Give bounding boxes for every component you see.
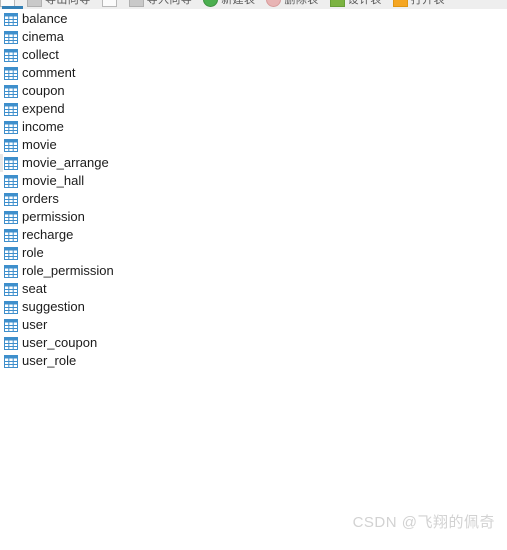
circle-pink-icon <box>266 0 282 7</box>
toolbar-button-2[interactable] <box>101 0 120 7</box>
table-name-label: orders <box>22 191 59 206</box>
table-grid-icon <box>4 102 18 116</box>
table-list-item[interactable]: movie_arrange <box>0 154 507 172</box>
toolbar-button-label: 设计表 <box>347 0 382 6</box>
table-grid-icon <box>4 318 18 332</box>
table-grid-icon <box>4 192 18 206</box>
table-list-item[interactable]: role <box>0 244 507 262</box>
table-list-item[interactable]: coupon <box>0 82 507 100</box>
table-list-item[interactable]: seat <box>0 280 507 298</box>
toolbar-button-label: 导入向导 <box>146 0 193 6</box>
square-gray-icon <box>128 0 144 7</box>
table-grid-icon <box>4 12 18 26</box>
table-list-item[interactable]: user <box>0 316 507 334</box>
table-name-label: movie <box>22 137 57 152</box>
csdn-watermark: CSDN @飞翔的佩奇 <box>352 514 495 531</box>
table-grid-icon <box>4 282 18 296</box>
table-name-label: seat <box>22 281 47 296</box>
table-grid-icon <box>4 66 18 80</box>
toolbar-button-1[interactable]: 导出向导 <box>27 0 93 7</box>
toolbar-button-3[interactable]: 导入向导 <box>128 0 195 7</box>
leaf-green-icon <box>329 0 345 7</box>
table-list-item[interactable]: balance <box>0 10 507 28</box>
table-name-label: cinema <box>22 29 64 44</box>
table-name-label: user_coupon <box>22 335 98 350</box>
table-grid-icon <box>4 264 18 278</box>
table-list-item[interactable]: movie_hall <box>0 172 507 190</box>
table-name-label: suggestion <box>22 299 85 314</box>
table-name-label: comment <box>22 65 76 80</box>
toolbar-button-7[interactable]: 打开表 <box>392 0 447 7</box>
table-list-item[interactable]: cinema <box>0 28 507 46</box>
table-list-item[interactable]: expend <box>0 100 507 118</box>
table-grid-icon <box>4 120 18 134</box>
table-list-item[interactable]: user_coupon <box>0 334 507 352</box>
table-list-item[interactable]: permission <box>0 208 507 226</box>
table-grid-icon <box>4 84 18 98</box>
table-list-item[interactable]: user_role <box>0 352 507 370</box>
table-list-item[interactable]: movie <box>0 136 507 154</box>
table-name-label: movie_hall <box>22 173 85 188</box>
table-list[interactable]: balance cinema collect comment coupon expend i… <box>0 9 507 370</box>
table-name-label: user <box>22 317 48 332</box>
table-name-label: recharge <box>22 227 74 242</box>
toolbar-button-label: 新建表 <box>221 0 256 6</box>
table-name-label: coupon <box>22 83 65 98</box>
table-grid-icon <box>4 30 18 44</box>
table-list-item[interactable]: orders <box>0 190 507 208</box>
table-name-label: movie_arrange <box>22 155 109 170</box>
square-orange-icon <box>392 0 408 7</box>
table-grid-icon <box>4 138 18 152</box>
toolbar-button-4[interactable]: 新建表 <box>203 0 257 7</box>
table-name-label: balance <box>22 11 68 26</box>
table-grid-icon <box>4 228 18 242</box>
toolbar-button-label: 导出向导 <box>45 0 91 6</box>
table-list-item[interactable]: collect <box>0 46 507 64</box>
table-list-item[interactable]: recharge <box>0 226 507 244</box>
table-list-item[interactable]: income <box>0 118 507 136</box>
table-name-label: collect <box>22 47 59 62</box>
table-grid-icon <box>4 48 18 62</box>
toolbar-button-label: 打开表 <box>410 0 446 6</box>
table-grid-icon <box>4 156 18 170</box>
table-name-label: role <box>22 245 44 260</box>
table-grid-icon <box>4 336 18 350</box>
toolbar-button-label: 删除表 <box>284 0 319 6</box>
circle-green-icon <box>203 0 219 7</box>
table-name-label: user_role <box>22 353 77 368</box>
document-icon <box>101 0 117 7</box>
table-grid-icon <box>4 300 18 314</box>
square-gray-icon <box>27 0 42 7</box>
table-name-label: permission <box>22 209 85 224</box>
table-name-label: expend <box>22 101 65 116</box>
toolbar-button-5[interactable]: 删除表 <box>266 0 320 7</box>
toolbar-button-6[interactable]: 设计表 <box>329 0 384 7</box>
table-grid-icon <box>4 354 18 368</box>
table-list-item[interactable]: suggestion <box>0 298 507 316</box>
table-grid-icon <box>4 174 18 188</box>
table-grid-icon <box>4 210 18 224</box>
table-name-label: income <box>22 119 64 134</box>
table-grid-icon <box>4 246 18 260</box>
table-name-label: role_permission <box>22 263 114 278</box>
table-list-item[interactable]: comment <box>0 64 507 82</box>
table-list-item[interactable]: role_permission <box>0 262 507 280</box>
